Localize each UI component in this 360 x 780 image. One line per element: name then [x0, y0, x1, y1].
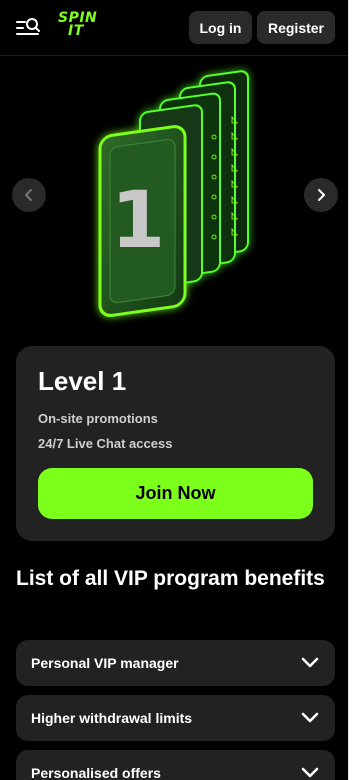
spinit-logo[interactable]: SPIN IT: [58, 11, 114, 42]
register-button[interactable]: Register: [257, 11, 335, 44]
level-cards-graphic: 1: [98, 70, 249, 317]
carousel-prev-button[interactable]: [12, 178, 46, 212]
perk-item: 24/7 Live Chat access: [38, 436, 173, 451]
menu-search-button[interactable]: [14, 14, 42, 42]
benefit-accordion-personal-vip-manager[interactable]: Personal VIP manager: [16, 640, 335, 686]
chevron-down-icon: [301, 712, 319, 723]
top-bar: SPIN IT Log in Register: [0, 0, 348, 56]
benefit-accordion-personalised-offers[interactable]: Personalised offers: [16, 750, 335, 780]
benefit-label: Higher withdrawal limits: [31, 710, 193, 726]
join-now-button[interactable]: Join Now: [38, 468, 313, 519]
chevron-down-icon: [301, 767, 319, 778]
chevron-left-icon: [25, 189, 32, 201]
benefit-label: Personalised offers: [31, 765, 161, 780]
benefit-label: Personal VIP manager: [31, 655, 179, 671]
level-title: Level 1: [38, 366, 127, 396]
page-scrollbar[interactable]: [348, 0, 360, 780]
carousel-next-button[interactable]: [304, 178, 338, 212]
benefit-accordion-higher-withdrawal-limits[interactable]: Higher withdrawal limits: [16, 695, 335, 741]
logo-line-2: IT: [68, 23, 84, 39]
chevron-right-icon: [318, 189, 325, 201]
level-card-number: 1: [111, 176, 165, 266]
level-card: Level 1 On-site promotions 24/7 Live Cha…: [16, 346, 335, 541]
vip-level-illustration: 1: [0, 57, 348, 327]
benefits-title: List of all VIP program benefits: [16, 567, 325, 590]
chevron-down-icon: [301, 657, 319, 668]
perk-item: On-site promotions: [38, 411, 158, 426]
login-button[interactable]: Log in: [189, 11, 252, 44]
menu-search-icon: [16, 18, 40, 35]
